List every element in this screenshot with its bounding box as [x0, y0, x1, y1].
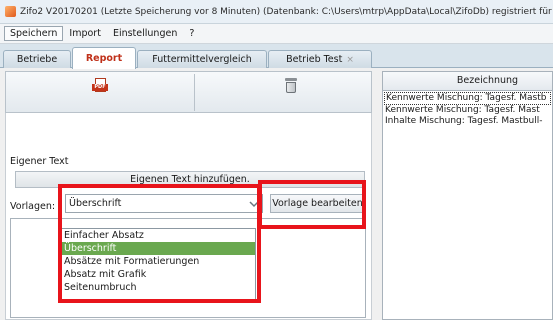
list-item[interactable]: Kennwerte Mischung: Tagesf. Mast: [383, 105, 552, 116]
close-icon[interactable]: ×: [346, 55, 354, 65]
dropdown-option-absatz-mit-grafik[interactable]: Absatz mit Grafik: [61, 268, 255, 281]
dropdown-option-einfacher-absatz[interactable]: Einfacher Absatz: [61, 229, 255, 242]
tab-betriebe[interactable]: Betriebe: [3, 50, 71, 68]
app-icon: [5, 6, 16, 17]
column-header-bezeichnung[interactable]: Bezeichnung: [383, 72, 552, 91]
dropdown-option-absaetze-mit-formatierungen[interactable]: Absätze mit Formatierungen: [61, 255, 255, 268]
tab-label: Report: [85, 53, 123, 64]
chevron-down-icon[interactable]: [249, 199, 259, 209]
tab-label: Betrieb Test: [286, 54, 343, 65]
menu-import[interactable]: Import: [63, 28, 107, 39]
tab-betrieb-test[interactable]: Betrieb Test ×: [268, 50, 372, 68]
template-select[interactable]: Überschrift: [65, 194, 263, 213]
report-items-list: Bezeichnung Kennwerte Mischung: Tagesf. …: [382, 71, 553, 320]
tab-strip: Betriebe Report Futtermittelvergleich Be…: [0, 44, 553, 69]
menu-bar: Speichern Import Einstellungen ?: [0, 24, 553, 44]
edit-template-button[interactable]: Vorlage bearbeiten: [270, 194, 365, 213]
template-dropdown-list: Einfacher Absatz Überschrift Absätze mit…: [60, 228, 256, 300]
tab-label: Futtermittelvergleich: [152, 54, 252, 65]
pdf-icon[interactable]: PDF: [92, 78, 112, 96]
title-bar: Zifo2 V20170201 (Letzte Speicherung vor …: [0, 0, 553, 24]
menu-speichern[interactable]: Speichern: [4, 26, 64, 41]
menu-einstellungen[interactable]: Einstellungen: [107, 28, 183, 39]
list-item[interactable]: Inhalte Mischung: Tagesf. Mastbull-: [383, 116, 552, 127]
report-toolbar: PDF: [5, 71, 372, 113]
toolbar-divider: [194, 74, 195, 111]
window-title: Zifo2 V20170201 (Letzte Speicherung vor …: [20, 6, 553, 17]
own-text-section-label: Eigener Text: [10, 156, 69, 167]
templates-label: Vorlagen:: [10, 201, 56, 212]
menu-help[interactable]: ?: [183, 28, 200, 39]
add-own-text-button[interactable]: Eigenen Text hinzufügen.: [15, 171, 365, 188]
dropdown-option-ueberschrift[interactable]: Überschrift: [61, 242, 255, 255]
tab-label: Betriebe: [16, 54, 58, 65]
dropdown-option-seitenumbruch[interactable]: Seitenumbruch: [61, 281, 255, 294]
tab-report[interactable]: Report: [72, 47, 136, 69]
tab-futtermittelvergleich[interactable]: Futtermittelvergleich: [137, 50, 267, 68]
list-item[interactable]: Kennwerte Mischung: Tagesf. Mastb: [384, 92, 551, 105]
template-select-value: Überschrift: [69, 198, 122, 209]
trash-icon[interactable]: [282, 78, 302, 96]
